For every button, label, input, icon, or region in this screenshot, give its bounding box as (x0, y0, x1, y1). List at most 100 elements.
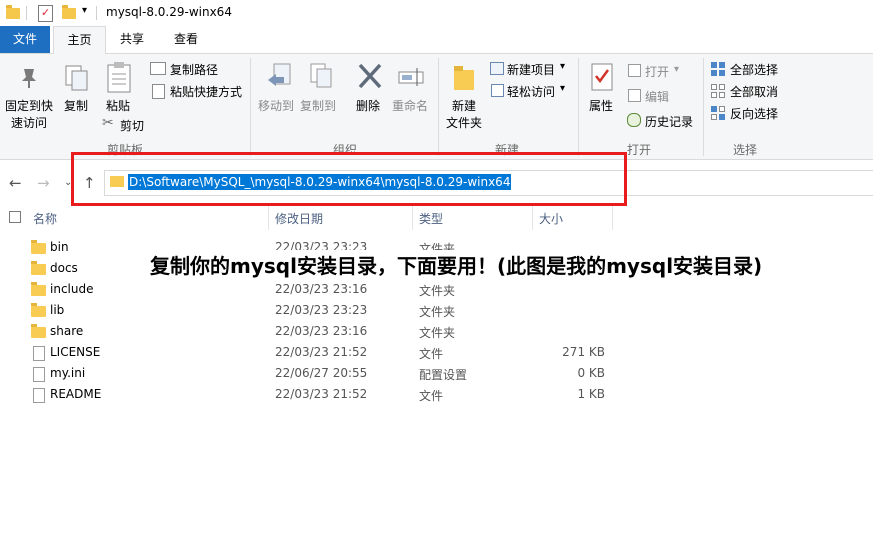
column-divider[interactable] (412, 206, 413, 230)
scissors-icon: ✂ (102, 115, 114, 131)
rename-button[interactable]: 重命名 (392, 97, 428, 114)
title-bar: ✓ ▾ mysql-8.0.29-winx64 (0, 0, 873, 26)
move-to-icon (266, 62, 294, 92)
cut-button[interactable]: 剪切 (120, 117, 144, 134)
history-button[interactable]: 历史记录 (645, 113, 693, 130)
copy-to-button[interactable]: 复制到 (300, 97, 336, 114)
select-all-checkbox[interactable] (9, 211, 21, 223)
pin-icon (18, 66, 40, 90)
column-header-name[interactable]: 名称 (33, 210, 57, 227)
properties-icon (590, 62, 614, 92)
file-row[interactable]: include 22/03/23 23:16 文件夹 (0, 280, 873, 301)
chevron-down-icon[interactable]: ▾ (674, 64, 679, 75)
file-row[interactable]: LICENSE 22/03/23 21:52 文件 271 KB (0, 343, 873, 364)
copy-to-icon (307, 62, 335, 92)
chevron-down-icon[interactable]: ▾ (560, 61, 565, 72)
file-name: my.ini (50, 366, 86, 380)
file-size: 1 KB (577, 387, 605, 401)
new-item-button[interactable]: 新建项目 (507, 61, 555, 78)
column-header-date[interactable]: 修改日期 (275, 210, 323, 227)
file-name: docs (50, 261, 78, 275)
tab-home[interactable]: 主页 (53, 26, 106, 55)
file-type: 文件夹 (419, 284, 456, 298)
file-name: share (50, 324, 84, 338)
edit-icon (628, 89, 641, 102)
chevron-down-icon[interactable]: ▾ (560, 83, 565, 94)
file-type: 文件 (419, 389, 444, 403)
history-icon (627, 113, 641, 127)
folder-icon (31, 324, 46, 338)
file-size: 0 KB (577, 366, 605, 380)
annotation-text: 复制你的mysql安装目录，下面要用！(此图是我的mysql安装目录) (148, 250, 765, 279)
paste-shortcut-button[interactable]: 粘贴快捷方式 (170, 83, 242, 100)
tab-share[interactable]: 共享 (106, 26, 158, 53)
new-folder-button[interactable]: 新建 (452, 97, 476, 114)
copy-path-button[interactable]: 复制路径 (170, 61, 218, 78)
pin-quick-access-label: 速访问 (11, 116, 48, 130)
edit-button[interactable]: 编辑 (645, 88, 669, 105)
rename-icon (397, 66, 427, 88)
open-icon (628, 64, 641, 77)
forward-arrow-icon[interactable]: → (37, 174, 50, 192)
column-divider[interactable] (268, 206, 269, 230)
file-date: 22/03/23 21:52 (275, 345, 368, 359)
open-button[interactable]: 打开 (645, 63, 669, 80)
invert-selection-button[interactable]: 反向选择 (730, 105, 778, 122)
copy-button[interactable]: 复制 (64, 97, 88, 114)
select-none-button[interactable]: 全部取消 (730, 83, 778, 100)
properties-button[interactable]: 属性 (589, 97, 613, 114)
move-to-button[interactable]: 移动到 (258, 97, 294, 114)
select-all-button[interactable]: 全部选择 (730, 61, 778, 78)
new-folder-label: 文件夹 (446, 116, 483, 130)
new-folder-icon (452, 64, 476, 92)
group-divider (250, 58, 251, 156)
new-folder-quick-icon[interactable] (62, 5, 76, 19)
file-date: 22/03/23 23:16 (275, 282, 368, 296)
select-none-icon (711, 84, 725, 98)
pin-quick-access-button[interactable]: 固定到快 (5, 97, 53, 114)
select-all-icon (711, 62, 725, 76)
file-type: 文件夹 (419, 326, 456, 340)
folder-icon (31, 240, 46, 254)
file-type: 文件 (419, 347, 444, 361)
folder-icon (31, 282, 46, 296)
divider (96, 6, 97, 20)
file-row[interactable]: my.ini 22/06/27 20:55 配置设置 0 KB (0, 364, 873, 385)
copy-path-icon (150, 62, 166, 75)
back-arrow-icon[interactable]: ← (9, 174, 22, 192)
paste-button[interactable]: 粘贴 (106, 97, 130, 114)
chevron-down-icon[interactable]: ▾ (82, 5, 87, 16)
column-header-size[interactable]: 大小 (539, 210, 563, 227)
tab-view[interactable]: 查看 (160, 26, 212, 53)
tab-file[interactable]: 文件 (0, 26, 50, 53)
file-row[interactable]: README 22/03/23 21:52 文件 1 KB (0, 385, 873, 406)
file-row[interactable]: lib 22/03/23 23:23 文件夹 (0, 301, 873, 322)
column-header-type[interactable]: 类型 (419, 210, 443, 227)
file-name: README (50, 387, 102, 401)
easy-access-icon (491, 84, 504, 97)
file-date: 22/06/27 20:55 (275, 366, 368, 380)
delete-button[interactable]: 删除 (356, 97, 380, 114)
file-date: 22/03/23 21:52 (275, 387, 368, 401)
file-row[interactable]: share 22/03/23 23:16 文件夹 (0, 322, 873, 343)
file-type: 配置设置 (419, 368, 468, 382)
divider (26, 6, 27, 20)
file-date: 22/03/23 23:23 (275, 303, 368, 317)
file-name: LICENSE (50, 345, 101, 359)
folder-icon (31, 303, 46, 317)
paste-icon (105, 60, 133, 94)
delete-icon (357, 62, 383, 90)
config-file-icon (33, 367, 45, 382)
column-divider[interactable] (612, 206, 613, 230)
column-divider[interactable] (532, 206, 533, 230)
file-name: include (50, 282, 94, 296)
easy-access-button[interactable]: 轻松访问 (507, 83, 555, 100)
invert-selection-icon (711, 106, 725, 120)
file-type: 文件夹 (419, 305, 456, 319)
folder-icon (6, 5, 20, 19)
new-item-icon (490, 62, 504, 75)
properties-quick-icon[interactable]: ✓ (38, 5, 53, 22)
group-divider (703, 58, 704, 156)
group-divider (578, 58, 579, 156)
file-icon (33, 388, 45, 403)
